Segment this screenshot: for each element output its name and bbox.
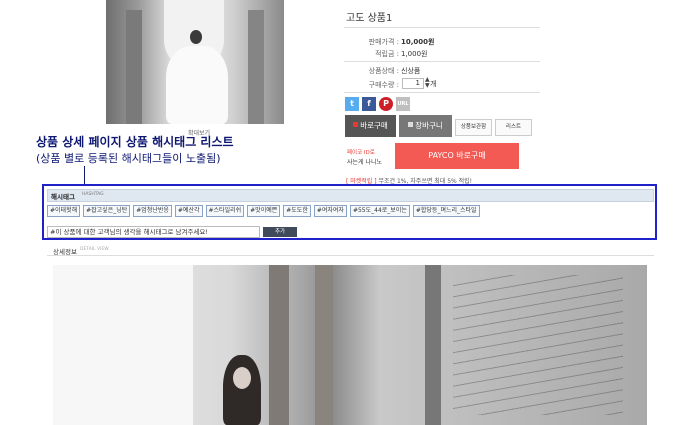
facebook-icon[interactable]: f xyxy=(362,97,376,111)
payco-buy-button[interactable]: PAYCO 바로구매 xyxy=(395,143,519,169)
hashtag-add-button[interactable]: 추가 xyxy=(263,227,297,237)
price-value: 10,000원 xyxy=(401,38,435,46)
hashtag-input[interactable]: #이 상품에 대한 고객님의 생각을 해시태그로 남겨주세요! xyxy=(47,226,260,238)
cart-label: 장바구니 xyxy=(415,121,443,130)
hashtag-item[interactable]: #이태헛해 xyxy=(47,205,81,217)
status-label: 상품상태 : xyxy=(368,67,399,75)
hashtag-item[interactable]: #스타일리쉬 xyxy=(205,205,245,217)
points-label: 적립금 : xyxy=(375,50,399,58)
points-value: 1,000원 xyxy=(401,50,428,58)
product-title: 고도 상품1 xyxy=(346,13,393,24)
hashtag-item[interactable]: #예산각 xyxy=(174,205,203,217)
detail-title: 상세정보 xyxy=(53,248,77,256)
annotation-pointer xyxy=(84,166,85,184)
quantity-input[interactable]: 1 xyxy=(402,78,424,89)
hashtag-list: #이태헛해 #잡고싶은_닝탄 #엄청난반응 #예산각 #스타일리쉬 #맛이예쁜 … xyxy=(47,205,480,217)
qty-label: 구매수량 : xyxy=(368,81,399,89)
url-copy-icon[interactable]: URL xyxy=(396,97,410,111)
cart-button[interactable]: 장바구니 xyxy=(399,115,452,137)
hashtag-item[interactable]: #55도_44로_보이는 xyxy=(349,205,410,217)
pinterest-icon[interactable]: P xyxy=(379,97,393,111)
hashtag-item[interactable]: #맛이예쁜 xyxy=(247,205,281,217)
detail-subtitle: DETAIL VIEW xyxy=(80,247,109,252)
hashtag-item[interactable]: #도도한 xyxy=(283,205,311,217)
quantity-stepper[interactable]: ▲ ▼ xyxy=(425,77,430,89)
hashtag-subtitle: HASHTAG xyxy=(82,192,104,197)
hashtag-item[interactable]: #엄청난반응 xyxy=(133,205,172,217)
annotation-title: 상품 상세 페이지 상품 해시태그 리스트 xyxy=(36,135,234,149)
square-icon xyxy=(353,122,359,127)
hashtag-item[interactable]: #여자여자 xyxy=(313,205,347,217)
hashtag-title: 해시태그 xyxy=(51,193,75,201)
price-label: 판매가격 : xyxy=(368,38,399,46)
hashtag-header xyxy=(47,189,654,202)
payco-desc-2: 사는게 나니노 xyxy=(347,159,383,166)
twitter-icon[interactable]: t xyxy=(345,97,359,111)
buy-now-button[interactable]: 바로구매 xyxy=(345,115,396,137)
wishlist-button[interactable]: 상품보관함 xyxy=(455,119,492,136)
payco-desc: 페이코 ID로 xyxy=(347,150,375,156)
square-icon xyxy=(408,122,414,127)
divider xyxy=(344,61,540,62)
list-button[interactable]: 리스트 xyxy=(495,119,532,136)
detail-tab xyxy=(47,244,654,256)
buy-now-label: 바로구매 xyxy=(360,121,388,130)
divider xyxy=(344,27,540,28)
qty-unit: 개 xyxy=(430,80,437,88)
annotation-subtitle: (상품 별로 등록된 해시태그들이 노출됨) xyxy=(36,152,221,165)
detail-image xyxy=(53,265,647,425)
hashtag-item[interactable]: #잡고싶은_닝탄 xyxy=(83,205,131,217)
status-value: 신상품 xyxy=(401,67,421,75)
divider xyxy=(344,92,540,93)
product-image[interactable] xyxy=(106,0,284,124)
hashtag-item[interactable]: #합당등_며느리_스타일 xyxy=(412,205,480,217)
